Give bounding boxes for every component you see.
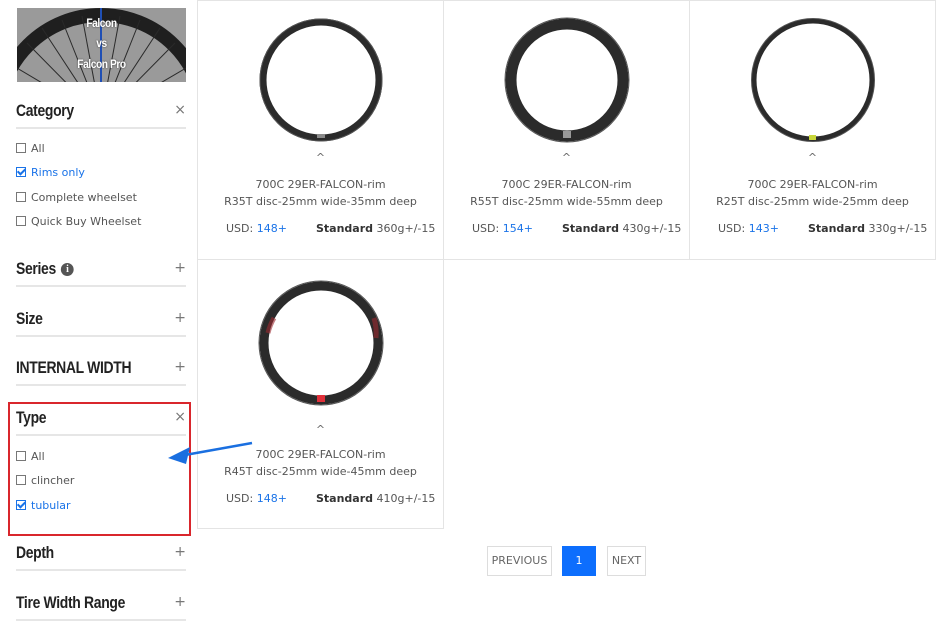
filter-internal-width-title: INTERNAL WIDTH (16, 358, 132, 377)
page-1-button[interactable]: 1 (562, 546, 596, 576)
filter-internal-width-header[interactable]: INTERNAL WIDTH + (16, 354, 186, 386)
checkbox-icon[interactable] (16, 216, 26, 226)
type-filter-highlight-annotation (8, 402, 191, 536)
banner-line-3: Falcon Pro (77, 57, 126, 71)
product-subtitle[interactable]: R45T disc-25mm wide-45mm deep (198, 465, 443, 478)
product-image-rim-r35t[interactable] (256, 15, 386, 145)
weight-label: Standard (316, 222, 374, 235)
previous-page-button[interactable]: PREVIOUS (487, 546, 552, 576)
checkbox-checked-icon[interactable] (16, 167, 26, 177)
expand-icon[interactable]: + (174, 310, 186, 326)
filter-size-title: Size (16, 309, 43, 328)
product-image-rim-r55t[interactable] (502, 15, 632, 145)
price-label: USD: (226, 492, 254, 505)
category-option-rims-only[interactable]: Rims only (16, 166, 85, 179)
product-weight: Standard 430g+/-15 (562, 222, 681, 235)
filter-tire-width-range-header[interactable]: Tire Width Range + (16, 589, 186, 621)
caret-up-icon[interactable]: ^ (198, 151, 443, 164)
info-circle-icon[interactable]: i (60, 263, 74, 277)
product-price: USD: 143+ (718, 222, 779, 235)
collapse-icon[interactable]: × (174, 102, 186, 118)
caret-up-icon[interactable]: ^ (690, 151, 935, 164)
weight-value: 430g+/-15 (622, 222, 682, 235)
product-subtitle[interactable]: R55T disc-25mm wide-55mm deep (444, 195, 689, 208)
filter-category-header[interactable]: Category × (16, 97, 186, 129)
price-label: USD: (718, 222, 746, 235)
option-label: Complete wheelset (31, 191, 137, 204)
filter-tire-width-range-title: Tire Width Range (16, 593, 125, 612)
filter-depth-header[interactable]: Depth + (16, 539, 186, 571)
banner-line-1: Falcon (86, 16, 117, 30)
filter-category: Category × (16, 97, 186, 129)
product-title[interactable]: 700C 29ER-FALCON-rim (444, 178, 689, 191)
filter-category-title: Category (16, 101, 74, 120)
category-option-quick-buy-wheelset[interactable]: Quick Buy Wheelset (16, 215, 141, 228)
option-label: Rims only (31, 166, 85, 179)
product-title[interactable]: 700C 29ER-FALCON-rim (198, 448, 443, 461)
weight-value: 360g+/-15 (376, 222, 436, 235)
price-label: USD: (226, 222, 254, 235)
price-value[interactable]: 143+ (749, 222, 779, 235)
product-subtitle[interactable]: R35T disc-25mm wide-35mm deep (198, 195, 443, 208)
filter-series-label: Series (16, 259, 56, 278)
product-card[interactable]: ^ 700C 29ER-FALCON-rim R35T disc-25mm wi… (197, 0, 444, 260)
product-weight: Standard 330g+/-15 (808, 222, 927, 235)
product-title[interactable]: 700C 29ER-FALCON-rim (690, 178, 935, 191)
price-label: USD: (472, 222, 500, 235)
option-label: Quick Buy Wheelset (31, 215, 142, 228)
rim-valve-label (316, 134, 325, 138)
product-title[interactable]: 700C 29ER-FALCON-rim (198, 178, 443, 191)
filter-size: Size + (16, 305, 186, 337)
product-weight: Standard 360g+/-15 (316, 222, 435, 235)
expand-icon[interactable]: + (174, 594, 186, 610)
banner-line-2: vs (96, 36, 107, 50)
caret-up-icon[interactable]: ^ (198, 423, 443, 436)
category-option-complete-wheelset[interactable]: Complete wheelset (16, 191, 137, 204)
filter-series-title: Series i (16, 259, 74, 279)
rim-valve-label (562, 131, 571, 138)
filter-series-header[interactable]: Series i + (16, 255, 186, 287)
product-image-rim-r45t[interactable] (256, 278, 386, 408)
option-label: All (31, 142, 45, 155)
expand-icon[interactable]: + (174, 544, 186, 560)
next-page-button[interactable]: NEXT (607, 546, 646, 576)
weight-label: Standard (316, 492, 374, 505)
product-weight: Standard 410g+/-15 (316, 492, 435, 505)
product-price: USD: 148+ (226, 492, 287, 505)
price-value[interactable]: 148+ (257, 492, 287, 505)
category-option-all[interactable]: All (16, 142, 45, 155)
product-subtitle[interactable]: R25T disc-25mm wide-25mm deep (690, 195, 935, 208)
price-value[interactable]: 154+ (503, 222, 533, 235)
falcon-vs-falcon-pro-banner[interactable]: Falcon vs Falcon Pro (17, 8, 186, 82)
expand-icon[interactable]: + (174, 260, 186, 276)
filter-series: Series i + (16, 255, 186, 287)
product-image-rim-r25t[interactable] (748, 15, 878, 145)
expand-icon[interactable]: + (174, 359, 186, 375)
filter-tire-width-range: Tire Width Range + (16, 589, 186, 621)
weight-label: Standard (808, 222, 866, 235)
weight-value: 410g+/-15 (376, 492, 436, 505)
product-card[interactable]: ^ 700C 29ER-FALCON-rim R45T disc-25mm wi… (197, 259, 444, 529)
rim-valve-label (316, 395, 325, 402)
product-price: USD: 148+ (226, 222, 287, 235)
caret-up-icon[interactable]: ^ (444, 151, 689, 164)
filter-internal-width: INTERNAL WIDTH + (16, 354, 186, 386)
filter-size-header[interactable]: Size + (16, 305, 186, 337)
product-card[interactable]: ^ 700C 29ER-FALCON-rim R55T disc-25mm wi… (443, 0, 690, 260)
checkbox-icon[interactable] (16, 143, 26, 153)
rim-valve-label (808, 135, 816, 140)
filter-depth: Depth + (16, 539, 186, 571)
weight-label: Standard (562, 222, 620, 235)
filter-depth-title: Depth (16, 543, 54, 562)
product-card[interactable]: ^ 700C 29ER-FALCON-rim R25T disc-25mm wi… (689, 0, 936, 260)
product-price: USD: 154+ (472, 222, 533, 235)
checkbox-icon[interactable] (16, 192, 26, 202)
price-value[interactable]: 148+ (257, 222, 287, 235)
weight-value: 330g+/-15 (868, 222, 928, 235)
